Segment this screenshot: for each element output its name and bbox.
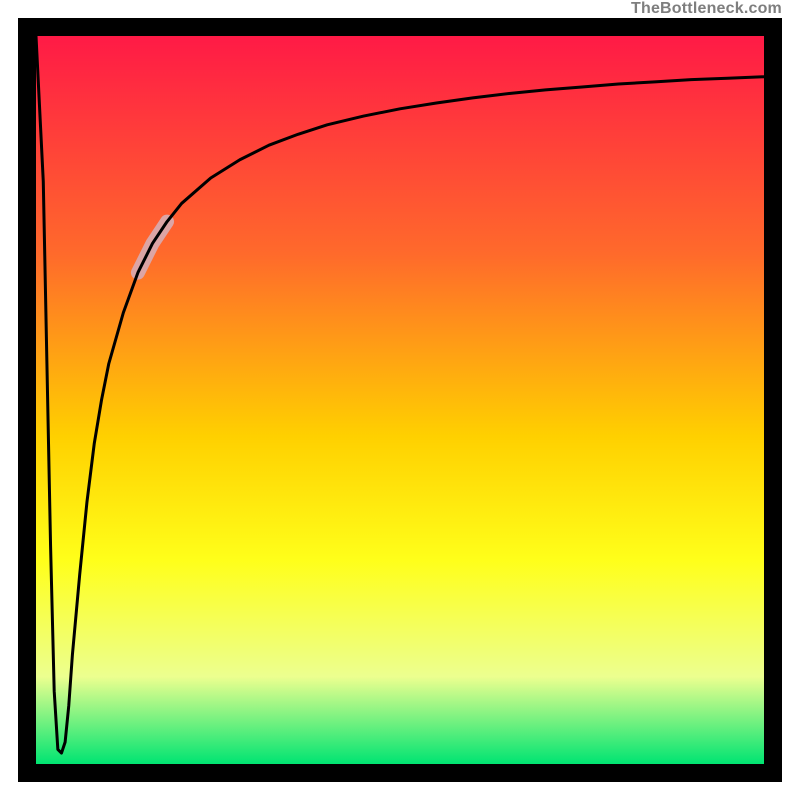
chart-svg [36,36,764,764]
attribution-label: TheBottleneck.com [631,0,782,18]
chart-stage: TheBottleneck.com [0,0,800,800]
gradient-background [36,36,764,764]
plot-area [36,36,764,764]
